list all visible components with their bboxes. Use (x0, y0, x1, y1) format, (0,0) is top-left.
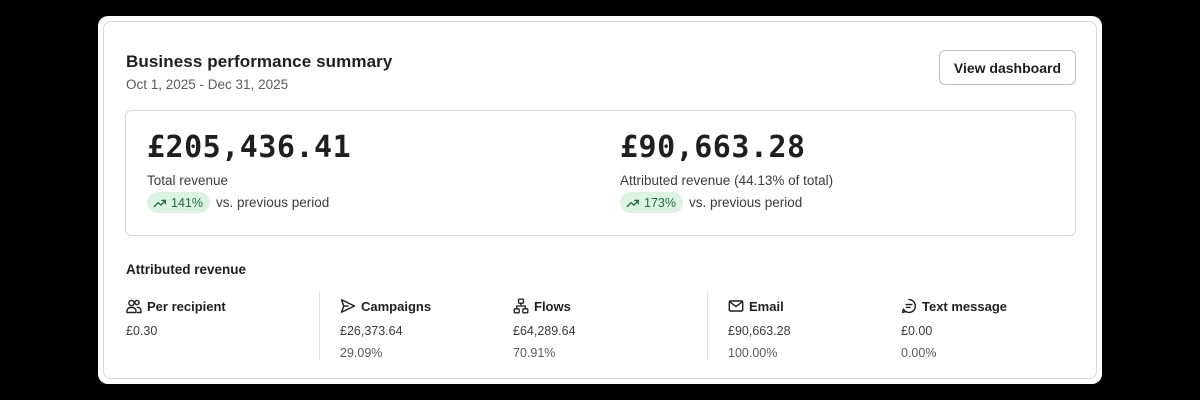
change-percent: 141% (171, 195, 203, 210)
page-title: Business performance summary (126, 52, 393, 71)
message-icon (901, 298, 917, 314)
send-icon (340, 299, 356, 313)
attributed-revenue-label: Attributed revenue (44.13% of total) (620, 173, 834, 188)
date-range: Oct 1, 2025 - Dec 31, 2025 (126, 77, 289, 92)
trend-up-icon (153, 199, 166, 207)
card-frame: Business performance summary Oct 1, 2025… (98, 16, 1102, 384)
change-badge: 173% (620, 192, 683, 213)
revenue-summary-box: £205,436.41 Total revenue 141% vs. previ… (125, 110, 1076, 236)
trend-up-icon (626, 199, 639, 207)
stat-percent: 0.00% (901, 346, 937, 360)
total-revenue-label: Total revenue (147, 173, 229, 188)
stat-header: Per recipient (126, 297, 226, 315)
stat-label: Flows (534, 298, 571, 314)
stat-text-message: Text message £0.00 0.00% (901, 297, 1007, 361)
stat-header: Text message (901, 297, 1007, 315)
attributed-revenue-metric: £90,663.28 Attributed revenue (44.13% of… (620, 131, 833, 213)
stat-value: £90,663.28 (728, 324, 791, 338)
stat-value: £64,289.64 (513, 324, 576, 338)
attributed-revenue-change: 173% vs. previous period (620, 192, 833, 213)
mail-icon (728, 300, 744, 312)
total-revenue-metric: £205,436.41 Total revenue 141% vs. previ… (147, 131, 351, 213)
stat-header: Email (728, 297, 791, 315)
attributed-revenue-value: £90,663.28 (620, 130, 806, 165)
change-percent: 173% (644, 195, 676, 210)
stat-value: £0.00 (901, 324, 933, 338)
change-badge: 141% (147, 192, 210, 213)
attributed-revenue-heading: Attributed revenue (126, 262, 247, 277)
stat-value: £0.30 (126, 324, 158, 338)
stat-email: Email £90,663.28 100.00% (728, 297, 791, 361)
stat-header: Flows (513, 297, 576, 315)
business-performance-card: Business performance summary Oct 1, 2025… (103, 21, 1097, 379)
view-dashboard-button[interactable]: View dashboard (938, 50, 1076, 85)
change-suffix: vs. previous period (688, 195, 803, 210)
total-revenue-change: 141% vs. previous period (147, 192, 351, 213)
stat-divider (707, 292, 708, 360)
stat-campaigns: Campaigns £26,373.64 29.09% (340, 297, 431, 361)
people-icon (126, 299, 142, 314)
stat-label: Email (749, 298, 784, 314)
change-suffix: vs. previous period (215, 195, 330, 210)
stat-flows: Flows £64,289.64 70.91% (513, 297, 576, 361)
flow-icon (513, 298, 529, 314)
stat-label: Text message (922, 298, 1008, 314)
stat-divider (319, 292, 320, 360)
stat-label: Per recipient (147, 298, 226, 314)
stat-label: Campaigns (361, 298, 432, 314)
stat-header: Campaigns (340, 297, 431, 315)
stat-per-recipient: Per recipient £0.30 (126, 297, 226, 339)
stat-percent: 100.00% (728, 346, 778, 360)
total-revenue-value: £205,436.41 (147, 130, 352, 165)
stat-percent: 70.91% (513, 346, 556, 360)
stat-percent: 29.09% (340, 346, 383, 360)
stat-value: £26,373.64 (340, 324, 403, 338)
